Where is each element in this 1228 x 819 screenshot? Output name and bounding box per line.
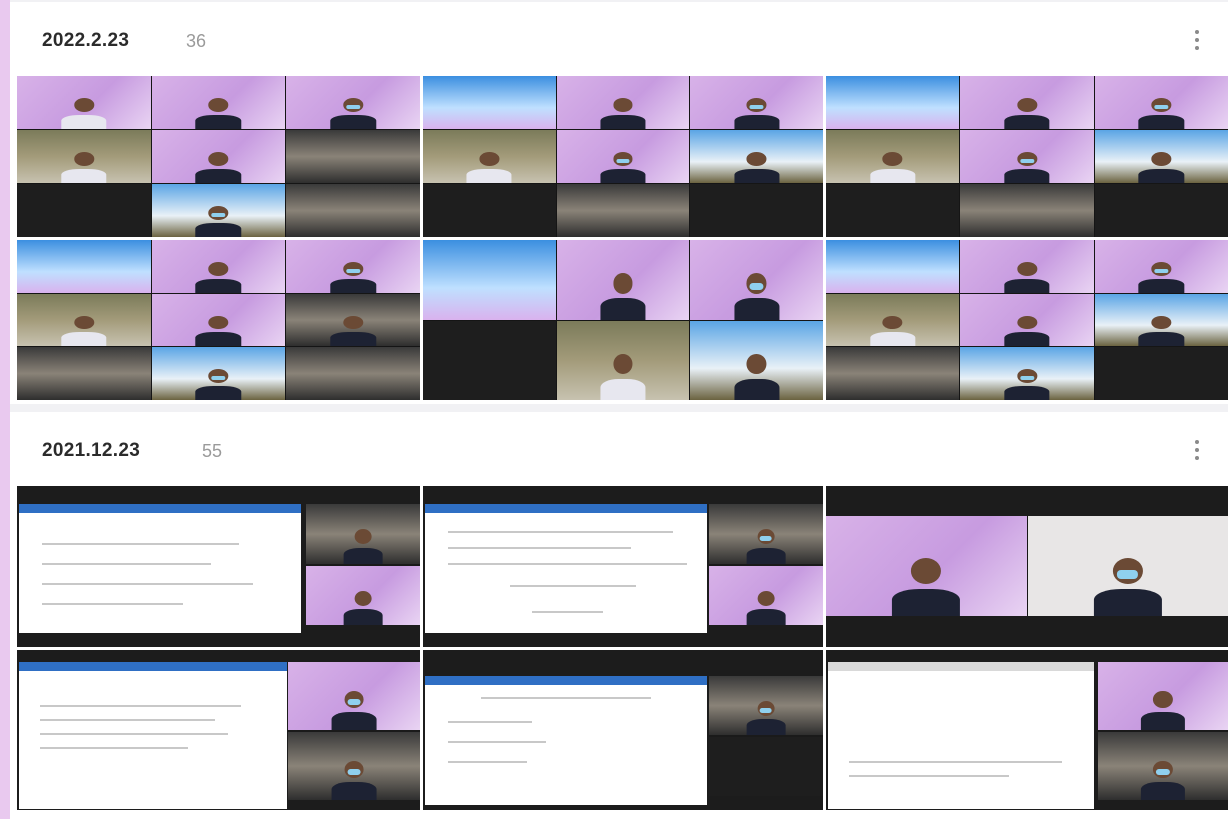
more-vert-icon[interactable] (1192, 28, 1202, 54)
album-photo-count: 36 (186, 31, 207, 51)
photo-thumbnail[interactable] (17, 650, 420, 810)
photo-thumbnail[interactable] (17, 76, 420, 237)
photo-thumbnail[interactable] (826, 486, 1228, 647)
album-photo-count: 55 (202, 441, 223, 461)
album-2021-12-23: 2021.12.23 55 (10, 412, 1228, 819)
photo-thumbnail[interactable] (423, 240, 823, 400)
photo-thumbnail[interactable] (826, 650, 1228, 810)
album-date: 2022.2.23 (42, 30, 130, 51)
photo-album-list: 2022.2.23 36 2021.12.23 55 (10, 0, 1228, 819)
album-header: 2021.12.23 55 (10, 412, 1228, 482)
photo-thumbnail[interactable] (17, 486, 420, 647)
album-2022-2-23: 2022.2.23 36 (10, 2, 1228, 404)
more-vert-icon[interactable] (1192, 438, 1202, 464)
photo-thumbnail[interactable] (423, 76, 823, 237)
photo-thumbnail[interactable] (423, 650, 823, 810)
album-header: 2022.2.23 36 (10, 2, 1228, 72)
photo-thumbnail[interactable] (423, 486, 823, 647)
photo-thumbnail[interactable] (826, 240, 1228, 400)
photo-thumbnail[interactable] (17, 240, 420, 400)
album-date: 2021.12.23 (42, 440, 141, 461)
photo-thumbnail[interactable] (826, 76, 1228, 237)
